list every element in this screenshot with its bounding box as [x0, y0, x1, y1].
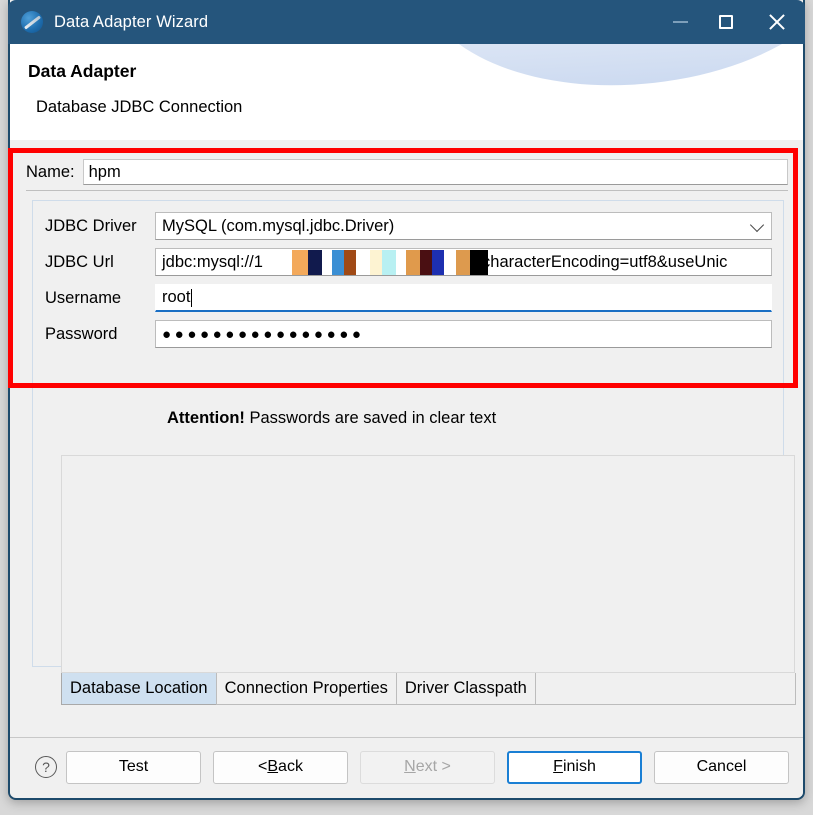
password-input[interactable]: ●●●●●●●●●●●●●●●● [155, 320, 772, 348]
jdbc-url-row: JDBC Url jdbc:mysql://1 [45, 247, 772, 277]
tab-driver-classpath[interactable]: Driver Classpath [396, 673, 536, 705]
jdbc-url-label: JDBC Url [45, 253, 155, 272]
name-input[interactable]: hpm [83, 159, 788, 185]
tab-database-location-label: Database Location [70, 679, 208, 698]
jaspersoft-icon [21, 11, 43, 33]
jdbc-driver-row: JDBC Driver MySQL (com.mysql.jdbc.Driver… [45, 211, 772, 241]
text-caret [191, 289, 192, 307]
chevron-down-icon[interactable] [750, 218, 764, 232]
tab-connection-properties[interactable]: Connection Properties [216, 673, 397, 705]
redacted-host-region [278, 250, 488, 276]
page-subtitle: Database JDBC Connection [36, 98, 242, 117]
password-warning: Attention! Passwords are saved in clear … [167, 409, 496, 428]
jdbc-url-value-prefix: jdbc:mysql://1 [162, 253, 263, 272]
wizard-content: Name: hpm JDBC Driver MySQL (com.mysql.j… [10, 140, 803, 737]
password-row: Password ●●●●●●●●●●●●●●●● [45, 319, 772, 349]
close-button[interactable] [749, 0, 805, 44]
test-button[interactable]: Test [66, 751, 201, 784]
window-titlebar[interactable]: Data Adapter Wizard [8, 0, 805, 44]
tab-driver-classpath-label: Driver Classpath [405, 679, 527, 698]
help-icon[interactable]: ? [35, 756, 57, 778]
page-title: Data Adapter [28, 61, 136, 82]
header-decoration [419, 42, 803, 95]
name-separator [26, 190, 788, 191]
minimize-icon [673, 21, 688, 23]
window-title: Data Adapter Wizard [54, 13, 208, 32]
username-value: root [162, 288, 190, 307]
next-label-post: ext > [416, 758, 451, 776]
database-location-panel [61, 455, 795, 673]
wizard-header: Data Adapter Database JDBC Connection [10, 42, 803, 140]
back-mnemonic: B [267, 758, 278, 776]
connection-groupbox: JDBC Driver MySQL (com.mysql.jdbc.Driver… [32, 200, 784, 667]
jdbc-driver-value: MySQL (com.mysql.jdbc.Driver) [162, 217, 394, 236]
tab-bar: Database Location Connection Properties … [61, 673, 795, 705]
username-label: Username [45, 289, 155, 308]
back-button[interactable]: < Back [213, 751, 348, 784]
back-label-pre: < [258, 758, 267, 776]
finish-label-post: inish [563, 758, 596, 776]
finish-mnemonic: F [553, 758, 563, 776]
minimize-button[interactable] [657, 0, 703, 44]
tab-database-location[interactable]: Database Location [61, 673, 217, 705]
data-adapter-wizard-window: Data Adapter Database JDBC Connection Na… [8, 0, 805, 800]
next-button[interactable]: Next > [360, 751, 495, 784]
screenshot-root: Data Adapter Database JDBC Connection Na… [0, 0, 813, 815]
maximize-button[interactable] [703, 0, 749, 44]
jdbc-url-value-suffix: ?characterEncoding=utf8&useUnic [473, 253, 728, 272]
tab-connection-properties-label: Connection Properties [225, 679, 388, 698]
username-row: Username root [45, 283, 772, 313]
window-controls [657, 0, 805, 44]
button-bar: ? Test < Back Next > Finish Cancel [10, 738, 803, 796]
jdbc-driver-select[interactable]: MySQL (com.mysql.jdbc.Driver) [155, 212, 772, 240]
name-row: Name: hpm [26, 158, 788, 186]
tab-bar-filler [535, 673, 796, 705]
username-input[interactable]: root [155, 284, 772, 312]
cancel-button[interactable]: Cancel [654, 751, 789, 784]
finish-button[interactable]: Finish [507, 751, 642, 784]
password-warning-bold: Attention! [167, 409, 245, 427]
name-label: Name: [26, 163, 75, 182]
password-warning-text: Passwords are saved in clear text [245, 409, 496, 427]
jdbc-url-input[interactable]: jdbc:mysql://1 [155, 248, 772, 276]
maximize-icon [719, 15, 733, 29]
next-mnemonic: N [404, 758, 416, 776]
password-label: Password [45, 325, 155, 344]
jdbc-driver-label: JDBC Driver [45, 217, 155, 236]
back-label-post: ack [278, 758, 303, 776]
password-value: ●●●●●●●●●●●●●●●● [162, 327, 365, 342]
close-icon [767, 12, 787, 32]
